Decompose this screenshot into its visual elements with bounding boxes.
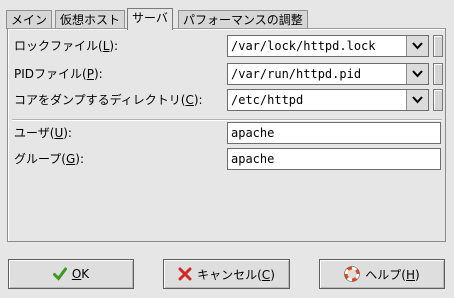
user-label: ユーザ(U): bbox=[14, 126, 72, 140]
core-dump-dir-browse-button[interactable] bbox=[433, 89, 443, 111]
cancel-button[interactable]: キャンセル(C) bbox=[163, 259, 290, 289]
tab-server[interactable]: サーバ bbox=[127, 8, 173, 30]
tab-virtual-hosts[interactable]: 仮想ホスト bbox=[55, 10, 126, 29]
help-button[interactable]: ヘルプ(H) bbox=[319, 259, 445, 289]
tab-label: パフォーマンスの調整 bbox=[183, 13, 303, 27]
dropdown-button[interactable] bbox=[406, 90, 428, 110]
dropdown-button[interactable] bbox=[406, 36, 428, 56]
tab-performance-tuning[interactable]: パフォーマンスの調整 bbox=[178, 10, 308, 29]
lock-file-browse-button[interactable] bbox=[433, 35, 443, 57]
chevron-down-icon bbox=[412, 42, 423, 50]
lock-file-label: ロックファイル(L): bbox=[14, 39, 119, 53]
core-dump-dir-label: コアをダンプするディレクトリ(C): bbox=[14, 93, 203, 107]
core-dump-dir-combo[interactable] bbox=[227, 89, 429, 111]
tab-label: メイン bbox=[11, 13, 48, 27]
lock-file-combo[interactable] bbox=[227, 35, 429, 57]
core-dump-dir-input[interactable] bbox=[228, 90, 405, 110]
tab-label: サーバ bbox=[132, 11, 168, 25]
checkmark-icon bbox=[52, 267, 67, 281]
pid-file-input[interactable] bbox=[228, 64, 405, 84]
lock-file-input[interactable] bbox=[228, 36, 405, 56]
pid-file-label: PIDファイル(P): bbox=[14, 67, 103, 81]
tab-main[interactable]: メイン bbox=[6, 10, 53, 29]
chevron-down-icon bbox=[412, 96, 423, 104]
cancel-button-label: キャンセル(C) bbox=[197, 267, 275, 282]
help-button-label: ヘルプ(H) bbox=[365, 267, 420, 282]
group-label: グループ(G): bbox=[14, 152, 85, 166]
close-icon bbox=[178, 267, 192, 281]
ok-button[interactable]: OK bbox=[8, 259, 134, 289]
lifebuoy-icon bbox=[344, 266, 361, 282]
dropdown-button[interactable] bbox=[406, 64, 428, 84]
pid-file-browse-button[interactable] bbox=[433, 63, 443, 85]
group-input[interactable] bbox=[227, 148, 441, 170]
server-settings-panel: ロックファイル(L): PIDファイル(P): コアをダンプするディレクトリ(C… bbox=[7, 28, 446, 242]
chevron-down-icon bbox=[412, 70, 423, 78]
pid-file-combo[interactable] bbox=[227, 63, 429, 85]
user-input[interactable] bbox=[227, 122, 441, 144]
ok-button-label: OK bbox=[71, 267, 90, 281]
separator bbox=[12, 119, 442, 121]
tab-label: 仮想ホスト bbox=[60, 13, 121, 27]
